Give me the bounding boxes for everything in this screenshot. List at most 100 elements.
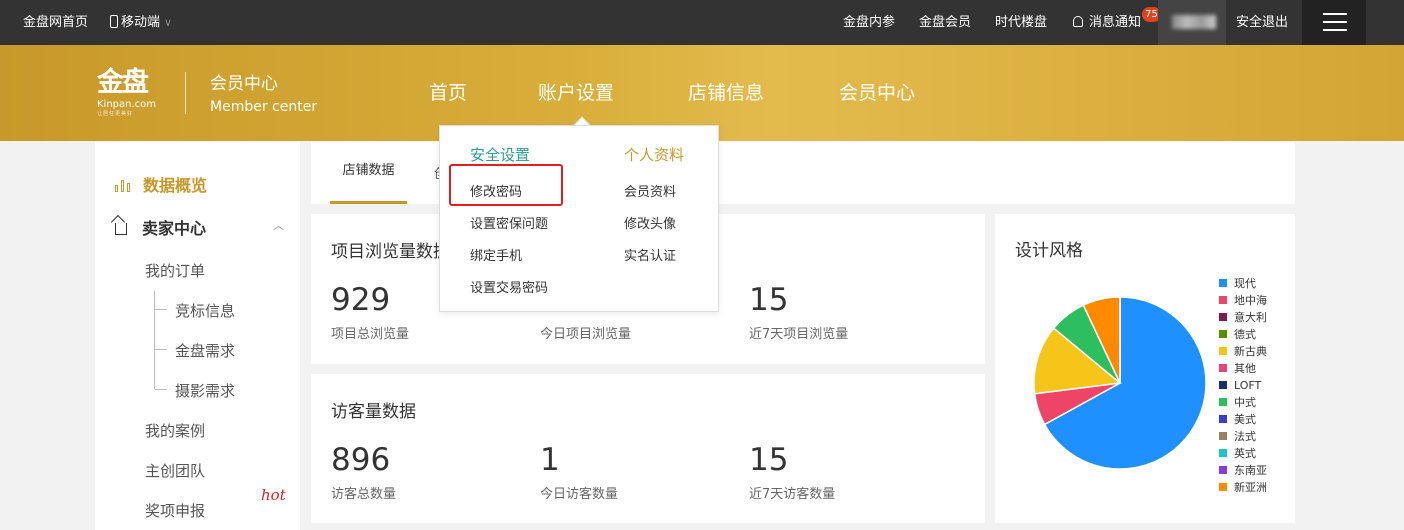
messages-label: 消息通知 xyxy=(1089,15,1142,30)
legend-item[interactable]: 地中海 xyxy=(1219,292,1267,309)
menu-item-trade-password[interactable]: 设置交易密码 xyxy=(470,277,548,296)
total-views-label: 项目总浏览量 xyxy=(331,327,410,342)
header-title: 会员中心 xyxy=(210,74,278,94)
legend-swatch xyxy=(1219,449,1227,457)
sidebar-item-label: 卖家中心 xyxy=(142,219,207,238)
tab-shop-data[interactable]: 店铺数据 xyxy=(330,141,407,204)
sidebar-item-bidding[interactable]: 竞标信息 xyxy=(175,300,235,321)
legend-swatch xyxy=(1219,466,1227,474)
legend-label: 新亚洲 xyxy=(1234,481,1267,494)
menu-line xyxy=(1323,21,1347,23)
legend-item[interactable]: 新亚洲 xyxy=(1219,479,1267,496)
top-link-insider[interactable]: 金盘内参 xyxy=(843,0,895,45)
legend-swatch xyxy=(1219,432,1227,440)
legend-item[interactable]: 美式 xyxy=(1219,411,1267,428)
total-views-value: 929 xyxy=(331,282,391,318)
kinpan-logo[interactable]: 金盘 Kinpan.com 让居住更美好 xyxy=(97,67,161,123)
legend-swatch xyxy=(1219,330,1227,338)
legend-label: 地中海 xyxy=(1234,294,1267,307)
menu-item-real-name[interactable]: 实名认证 xyxy=(624,245,676,264)
pie-chart xyxy=(1033,296,1207,470)
sidebar-item-label: 数据概览 xyxy=(143,176,208,195)
legend-item[interactable]: 意大利 xyxy=(1219,309,1267,326)
legend-label: 德式 xyxy=(1234,328,1256,341)
legend-item[interactable]: 中式 xyxy=(1219,394,1267,411)
sidebar-item-kinpan-demands[interactable]: 金盘需求 xyxy=(175,340,235,361)
sidebar: 数据概览 卖家中心 ︿ 我的订单 竞标信息 金盘需求 摄影需求 我的案例 主创团… xyxy=(95,141,300,530)
legend-item[interactable]: 现代 xyxy=(1219,275,1267,292)
sidebar-item-awards[interactable]: 奖项申报 xyxy=(145,500,205,521)
security-settings-heading[interactable]: 安全设置 xyxy=(470,144,530,165)
logo-slogan: 让居住更美好 xyxy=(97,111,134,117)
chevron-down-icon: ∨ xyxy=(164,16,173,29)
legend-label: 中式 xyxy=(1234,396,1256,409)
visitors-title: 访客量数据 xyxy=(331,402,416,422)
logout-link[interactable]: 安全退出 xyxy=(1236,0,1288,45)
legend-label: 美式 xyxy=(1234,413,1256,426)
legend-item[interactable]: 新古典 xyxy=(1219,343,1267,360)
blurred-username xyxy=(1172,15,1216,29)
legend-item[interactable]: 其他 xyxy=(1219,360,1267,377)
user-account[interactable] xyxy=(1158,0,1226,45)
legend-item[interactable]: 德式 xyxy=(1219,326,1267,343)
top-bar: 金盘网首页 移动端 ∨ 金盘内参 金盘会员 时代楼盘 消息通知 75 安全退出 xyxy=(0,0,1404,45)
legend-swatch xyxy=(1219,415,1227,423)
legend-item[interactable]: 东南亚 xyxy=(1219,462,1267,479)
sidebar-item-seller-center[interactable]: 卖家中心 xyxy=(115,215,206,239)
menu-item-change-avatar[interactable]: 修改头像 xyxy=(624,213,676,232)
nav-account-settings[interactable]: 账户设置 xyxy=(538,81,614,105)
sidebar-item-team[interactable]: 主创团队 xyxy=(145,460,205,481)
menu-item-bind-phone[interactable]: 绑定手机 xyxy=(470,245,522,264)
sidebar-item-my-orders[interactable]: 我的订单 xyxy=(145,260,205,281)
phone-icon xyxy=(110,15,118,28)
legend-label: 新古典 xyxy=(1234,345,1267,358)
nav-shop-info[interactable]: 店铺信息 xyxy=(688,81,764,105)
chevron-up-icon[interactable]: ︿ xyxy=(273,217,284,233)
hamburger-menu-button[interactable] xyxy=(1302,0,1366,45)
legend-label: 意大利 xyxy=(1234,311,1267,324)
today-visitors-label: 今日访客数量 xyxy=(540,487,619,502)
today-views-label: 今日项目浏览量 xyxy=(540,327,632,342)
legend-label: 现代 xyxy=(1234,277,1256,290)
messages-link[interactable]: 消息通知 xyxy=(1073,0,1141,45)
total-visitors-label: 访客总数量 xyxy=(331,487,397,502)
menu-line xyxy=(1323,29,1347,31)
nav-member-center[interactable]: 会员中心 xyxy=(839,81,915,105)
bell-icon xyxy=(1073,16,1083,27)
home-icon xyxy=(115,223,127,235)
legend-label: 法式 xyxy=(1234,430,1256,443)
today-visitors-value: 1 xyxy=(540,442,560,478)
sidebar-item-my-cases[interactable]: 我的案例 xyxy=(145,420,205,441)
week-views-value: 15 xyxy=(749,282,789,318)
legend-item[interactable]: 英式 xyxy=(1219,445,1267,462)
hot-tag: hot xyxy=(261,486,286,504)
logo-mark: 金盘 xyxy=(97,67,149,98)
header-subtitle: Member center xyxy=(210,99,318,115)
total-visitors-value: 896 xyxy=(331,442,391,478)
legend-swatch xyxy=(1219,381,1227,389)
logo-domain: Kinpan.com xyxy=(97,99,157,110)
highlight-box xyxy=(449,164,563,206)
legend-item[interactable]: LOFT xyxy=(1219,377,1267,394)
top-link-projects[interactable]: 时代楼盘 xyxy=(995,0,1047,45)
top-link-membership[interactable]: 金盘会员 xyxy=(919,0,971,45)
sidebar-item-photo-demands[interactable]: 摄影需求 xyxy=(175,380,235,401)
mobile-switch[interactable]: 移动端 ∨ xyxy=(110,0,172,45)
mobile-label: 移动端 xyxy=(121,15,161,30)
menu-item-security-question[interactable]: 设置密保问题 xyxy=(470,213,548,232)
menu-line xyxy=(1323,13,1347,15)
legend-label: 英式 xyxy=(1234,447,1256,460)
site-home-link[interactable]: 金盘网首页 xyxy=(23,0,88,45)
visitors-card: 访客量数据 896 访客总数量 1 今日访客数量 15 近7天访客数量 xyxy=(311,374,985,523)
legend-item[interactable]: 法式 xyxy=(1219,428,1267,445)
legend-swatch xyxy=(1219,279,1227,287)
views-title: 项目浏览量数据 xyxy=(331,242,450,262)
legend-label: 其他 xyxy=(1234,362,1256,375)
profile-heading[interactable]: 个人资料 xyxy=(624,144,684,165)
chart-title: 设计风格 xyxy=(1015,241,1083,261)
legend-swatch xyxy=(1219,313,1227,321)
nav-home[interactable]: 首页 xyxy=(429,81,467,105)
sidebar-item-overview[interactable]: 数据概览 xyxy=(115,172,207,196)
chart-legend: 现代地中海意大利德式新古典其他 LOFT 中式美式法式英式东南亚新亚洲 xyxy=(1219,275,1267,496)
menu-item-member-profile[interactable]: 会员资料 xyxy=(624,181,676,200)
